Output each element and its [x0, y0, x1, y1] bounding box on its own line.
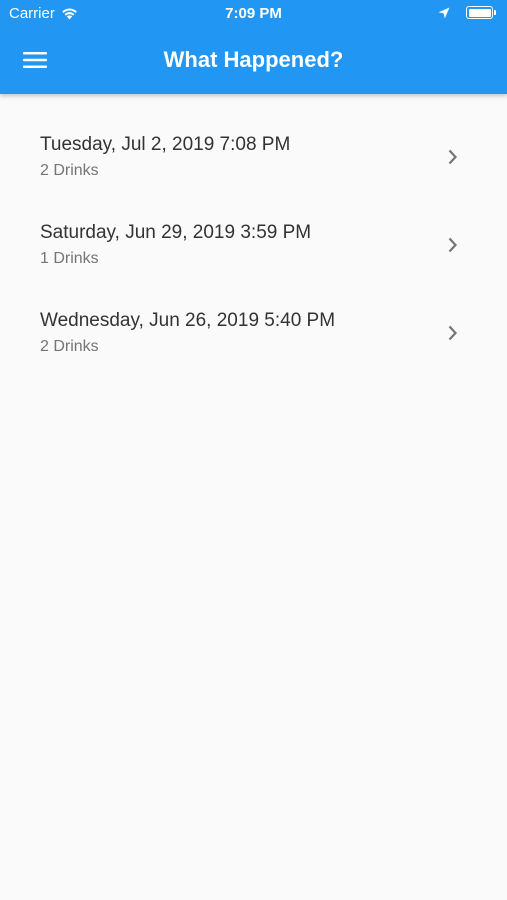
entry-drinks: 2 Drinks — [40, 338, 99, 355]
status-bar: Carrier 7:09 PM — [0, 0, 507, 28]
location-arrow-icon — [438, 7, 450, 18]
chevron-right-icon — [448, 149, 457, 165]
page-title: What Happened? — [163, 47, 344, 72]
entry-date: Tuesday, Jul 2, 2019 7:08 PM — [40, 134, 291, 155]
app-bar: Carrier 7:09 PM What Happened? — [0, 0, 507, 94]
entry-drinks: 2 Drinks — [40, 162, 99, 179]
battery-level — [468, 8, 491, 17]
history-entry-3[interactable]: Wednesday, Jun 26, 2019 5:40 PM 2 Drinks — [0, 270, 507, 358]
status-indicators — [438, 6, 496, 19]
history-entry-2[interactable]: Saturday, Jun 29, 2019 3:59 PM 1 Drinks — [0, 182, 507, 270]
history-list: Tuesday, Jul 2, 2019 7:08 PM 2 Drinks Sa… — [0, 94, 507, 358]
battery-icon — [466, 6, 496, 19]
chevron-right-icon — [448, 325, 457, 341]
status-time: 7:09 PM — [225, 5, 282, 22]
entry-drinks: 1 Drinks — [40, 250, 99, 267]
entry-date: Wednesday, Jun 26, 2019 5:40 PM — [40, 310, 336, 331]
entry-date: Saturday, Jun 29, 2019 3:59 PM — [40, 222, 312, 243]
chevron-right-icon — [448, 237, 457, 253]
history-entry-1[interactable]: Tuesday, Jul 2, 2019 7:08 PM 2 Drinks — [0, 94, 507, 182]
